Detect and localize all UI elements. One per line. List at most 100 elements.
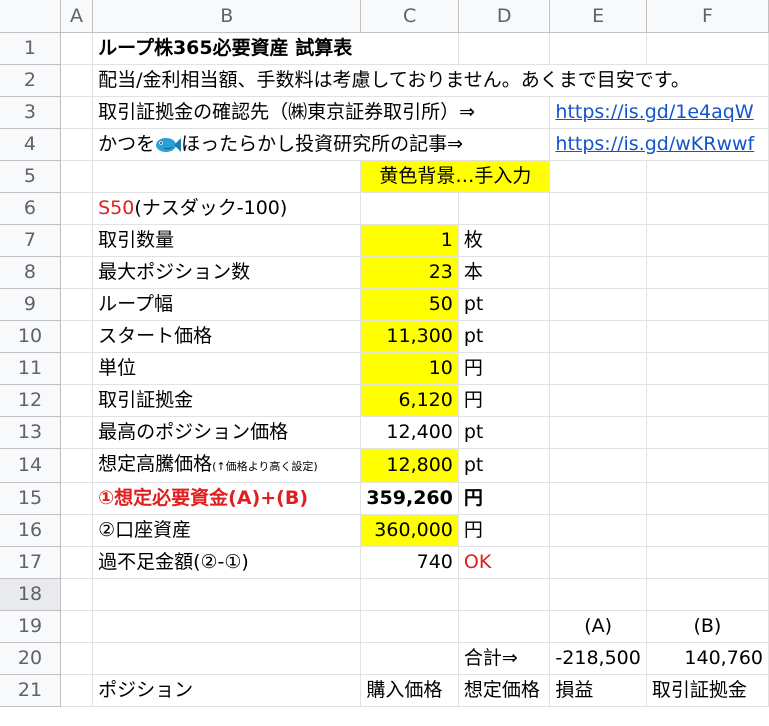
assumed-high-unit[interactable]: pt [458, 448, 551, 483]
cell[interactable] [60, 288, 94, 321]
cell[interactable] [646, 514, 769, 547]
summary-total-label[interactable]: 合計⇒ [458, 642, 551, 675]
cell[interactable] [60, 514, 94, 547]
cell[interactable] [646, 448, 769, 483]
param-unit[interactable]: 円 [458, 384, 551, 417]
cell[interactable] [646, 352, 769, 385]
cell[interactable] [646, 320, 769, 353]
column-header-e[interactable]: E [549, 0, 647, 33]
param-value-input[interactable]: 50 [360, 288, 459, 321]
cell[interactable] [549, 448, 647, 483]
account-assets-label[interactable]: ②口座資産 [92, 514, 362, 547]
article-link-text[interactable]: https://is.gd/wKRwwf [555, 133, 754, 155]
param-unit[interactable]: pt [458, 320, 551, 353]
row-header[interactable]: 12 [0, 384, 61, 417]
row-header[interactable]: 19 [0, 610, 61, 643]
assumed-high-label[interactable]: 想定高騰価格(↑価格より高く設定) [92, 448, 362, 483]
param-unit[interactable]: pt [458, 416, 551, 449]
param-label[interactable]: 取引数量 [92, 224, 362, 257]
row-header[interactable]: 5 [0, 160, 61, 193]
cell[interactable] [60, 610, 94, 643]
cell[interactable] [60, 224, 94, 257]
cell[interactable] [646, 384, 769, 417]
position-header[interactable]: ポジション [92, 674, 362, 707]
cell[interactable] [549, 288, 647, 321]
param-unit[interactable]: pt [458, 288, 551, 321]
row-header[interactable]: 14 [0, 448, 61, 483]
summary-total-b[interactable]: 140,760 [646, 642, 769, 675]
cell[interactable] [646, 224, 769, 257]
cell[interactable] [60, 482, 94, 515]
row-header[interactable]: 15 [0, 482, 61, 515]
sheet-title[interactable]: ループ株365必要資産 試算表 [92, 32, 459, 65]
cell[interactable] [60, 642, 94, 675]
summary-b-label[interactable]: (B) [646, 610, 769, 643]
cell[interactable] [92, 610, 362, 643]
param-unit[interactable]: 円 [458, 352, 551, 385]
cell[interactable] [646, 416, 769, 449]
param-label[interactable]: 最高のポジション価格 [92, 416, 362, 449]
param-value-input[interactable]: 10 [360, 352, 459, 385]
cell[interactable] [549, 352, 647, 385]
required-funds-value[interactable]: 359,260 [360, 482, 459, 515]
cell[interactable] [60, 160, 94, 193]
cell[interactable] [60, 384, 94, 417]
column-header-d[interactable]: D [458, 0, 551, 33]
cell[interactable] [458, 192, 551, 225]
cell[interactable] [549, 32, 647, 65]
cell[interactable] [60, 320, 94, 353]
cell[interactable] [60, 546, 94, 579]
cell[interactable] [60, 128, 94, 161]
param-label[interactable]: ループ幅 [92, 288, 362, 321]
cell[interactable] [360, 578, 459, 611]
cell[interactable] [646, 160, 769, 193]
assumed-high-input[interactable]: 12,800 [360, 448, 459, 483]
row-header[interactable]: 6 [0, 192, 61, 225]
param-value-input[interactable]: 6,120 [360, 384, 459, 417]
cell[interactable] [458, 32, 551, 65]
row-header[interactable]: 4 [0, 128, 61, 161]
cell[interactable] [646, 546, 769, 579]
row-header[interactable]: 8 [0, 256, 61, 289]
cell[interactable] [458, 578, 551, 611]
cell[interactable] [549, 256, 647, 289]
cell[interactable] [60, 352, 94, 385]
column-header-a[interactable]: A [60, 0, 94, 33]
cell[interactable] [60, 192, 94, 225]
margin-source-link[interactable]: https://is.gd/1e4aqW [549, 96, 769, 129]
cell[interactable] [60, 64, 94, 97]
row-header[interactable]: 13 [0, 416, 61, 449]
cell[interactable] [92, 160, 362, 193]
shortfall-label[interactable]: 過不足金額(②-①) [92, 546, 362, 579]
account-assets-unit[interactable]: 円 [458, 514, 551, 547]
param-unit[interactable]: 枚 [458, 224, 551, 257]
param-value-input[interactable]: 23 [360, 256, 459, 289]
cell[interactable] [549, 578, 647, 611]
row-header[interactable]: 9 [0, 288, 61, 321]
account-assets-input[interactable]: 360,000 [360, 514, 459, 547]
cell[interactable] [360, 610, 459, 643]
required-funds-unit[interactable]: 円 [458, 482, 551, 515]
cell[interactable] [646, 32, 769, 65]
margin-link-text[interactable]: https://is.gd/1e4aqW [555, 101, 753, 123]
margin-source-label[interactable]: 取引証拠金の確認先（㈱東京証券取引所）⇒ [92, 96, 551, 129]
cell[interactable] [549, 416, 647, 449]
assumed-price-header[interactable]: 想定価格 [458, 674, 551, 707]
cell[interactable] [549, 514, 647, 547]
cell[interactable] [60, 32, 94, 65]
cell[interactable] [549, 192, 647, 225]
cell[interactable] [60, 256, 94, 289]
cell[interactable] [60, 96, 94, 129]
cell[interactable] [646, 288, 769, 321]
summary-total-a[interactable]: -218,500 [549, 642, 647, 675]
row-header[interactable]: 11 [0, 352, 61, 385]
column-header-b[interactable]: B [92, 0, 362, 33]
cell[interactable] [360, 192, 459, 225]
shortfall-status[interactable]: OK [458, 546, 551, 579]
cell[interactable] [549, 320, 647, 353]
cell[interactable] [646, 256, 769, 289]
cell[interactable] [549, 224, 647, 257]
select-all-corner[interactable] [0, 0, 61, 33]
instrument-cell[interactable]: S50(ナスダック-100) [92, 192, 362, 225]
param-label[interactable]: 取引証拠金 [92, 384, 362, 417]
